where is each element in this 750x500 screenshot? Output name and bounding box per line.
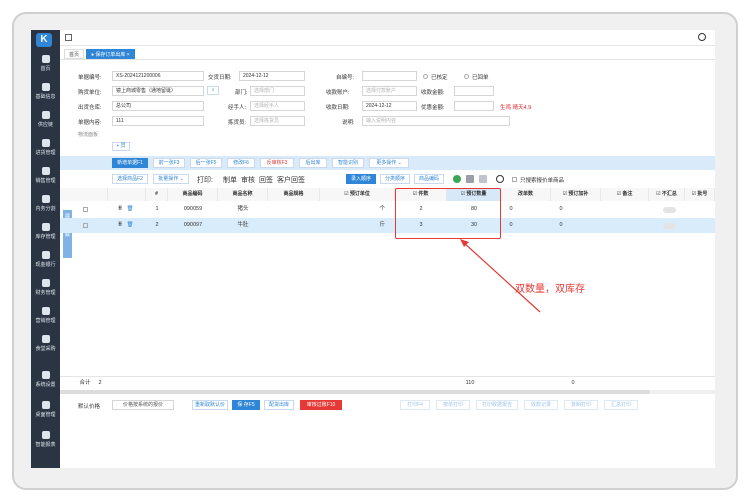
sidebar-item-basic-info[interactable]: 基础信息	[31, 80, 60, 107]
summary-count: 2	[98, 380, 102, 386]
canteen-icon	[41, 335, 50, 343]
app-logo: K	[36, 33, 52, 47]
sidebar-item-marketing[interactable]: 营销管理	[31, 304, 60, 331]
clip-icon	[41, 195, 50, 203]
report-icon	[41, 431, 50, 439]
save-button[interactable]: 保 存F5	[232, 400, 260, 410]
print-receipt-report-button[interactable]: 打印收据报告	[476, 400, 518, 410]
desktop-icon	[41, 401, 50, 409]
sidebar-item-purchase[interactable]: 进货管理	[31, 136, 60, 163]
sidebar-item-canteen[interactable]: 食堂采购	[31, 332, 60, 359]
summary-qty-total: 110	[465, 380, 475, 386]
annotation-text: 双数量，双库存	[515, 284, 585, 295]
print-by-order-button[interactable]: 按单打印	[436, 400, 470, 410]
download-icon	[41, 139, 50, 147]
sidebar-item-desktop[interactable]: 桌面管理	[31, 398, 60, 425]
app-screen: K 首页 基础信息 供应链 进货管理 销售管理 内务分割 库存管理 现金银行 财…	[31, 30, 715, 468]
sidebar-item-supply-chain[interactable]: 供应链	[31, 108, 60, 135]
print-button[interactable]: 打印F4	[400, 400, 430, 410]
scrollbar-thumb[interactable]	[60, 390, 650, 394]
summary-extra-total: 0	[571, 380, 575, 386]
receipt-record-button[interactable]: 收款记录	[524, 400, 558, 410]
finance-icon	[41, 279, 50, 287]
gear-icon	[41, 307, 50, 315]
audit-post-button[interactable]: 审核过账F10	[300, 400, 342, 410]
delivery-outbound-button[interactable]: 配货出库	[264, 400, 294, 410]
sidebar-item-internal[interactable]: 内务分割	[31, 192, 60, 219]
sidebar-item-cash-bank[interactable]: 现金银行	[31, 248, 60, 275]
sidebar-item-reports[interactable]: 智能报表	[31, 428, 60, 455]
sidebar-item-home[interactable]: 首页	[31, 52, 60, 79]
footer-bar: 默认价格 价格按系统的报价 重新取默认价 保 存F5 配货出库 审核过账F10 …	[60, 398, 715, 412]
link-icon	[41, 111, 50, 119]
summary-print-button[interactable]: 汇总打印	[604, 400, 638, 410]
sidebar: K 首页 基础信息 供应链 进货管理 销售管理 内务分割 库存管理 现金银行 财…	[31, 30, 60, 468]
sidebar-item-finance[interactable]: 财务管理	[31, 276, 60, 303]
warehouse-icon	[41, 223, 50, 231]
home-icon	[41, 55, 50, 63]
default-price-label: 默认价格	[78, 404, 101, 410]
monitor-icon	[41, 83, 50, 91]
sidebar-item-sales[interactable]: 销售管理	[31, 164, 60, 191]
horizontal-scrollbar[interactable]	[60, 390, 715, 394]
sidebar-item-settings[interactable]: 系统设置	[31, 368, 60, 395]
sidebar-item-inventory[interactable]: 库存管理	[31, 220, 60, 247]
tag-icon	[41, 167, 50, 175]
copy-print-button[interactable]: 复制打印	[564, 400, 598, 410]
main-area: 首页 ● 保存订单出库 × 单据编号: XS-2024121200006 交货日…	[60, 30, 715, 468]
summary-label: 合计	[79, 380, 91, 386]
bank-icon	[41, 251, 50, 259]
reload-price-button[interactable]: 重新取默认价	[192, 400, 228, 410]
settings-icon	[41, 371, 50, 379]
summary-row: 合计 2 110 0	[60, 376, 715, 388]
default-price-select[interactable]: 价格按系统的报价	[112, 400, 174, 410]
